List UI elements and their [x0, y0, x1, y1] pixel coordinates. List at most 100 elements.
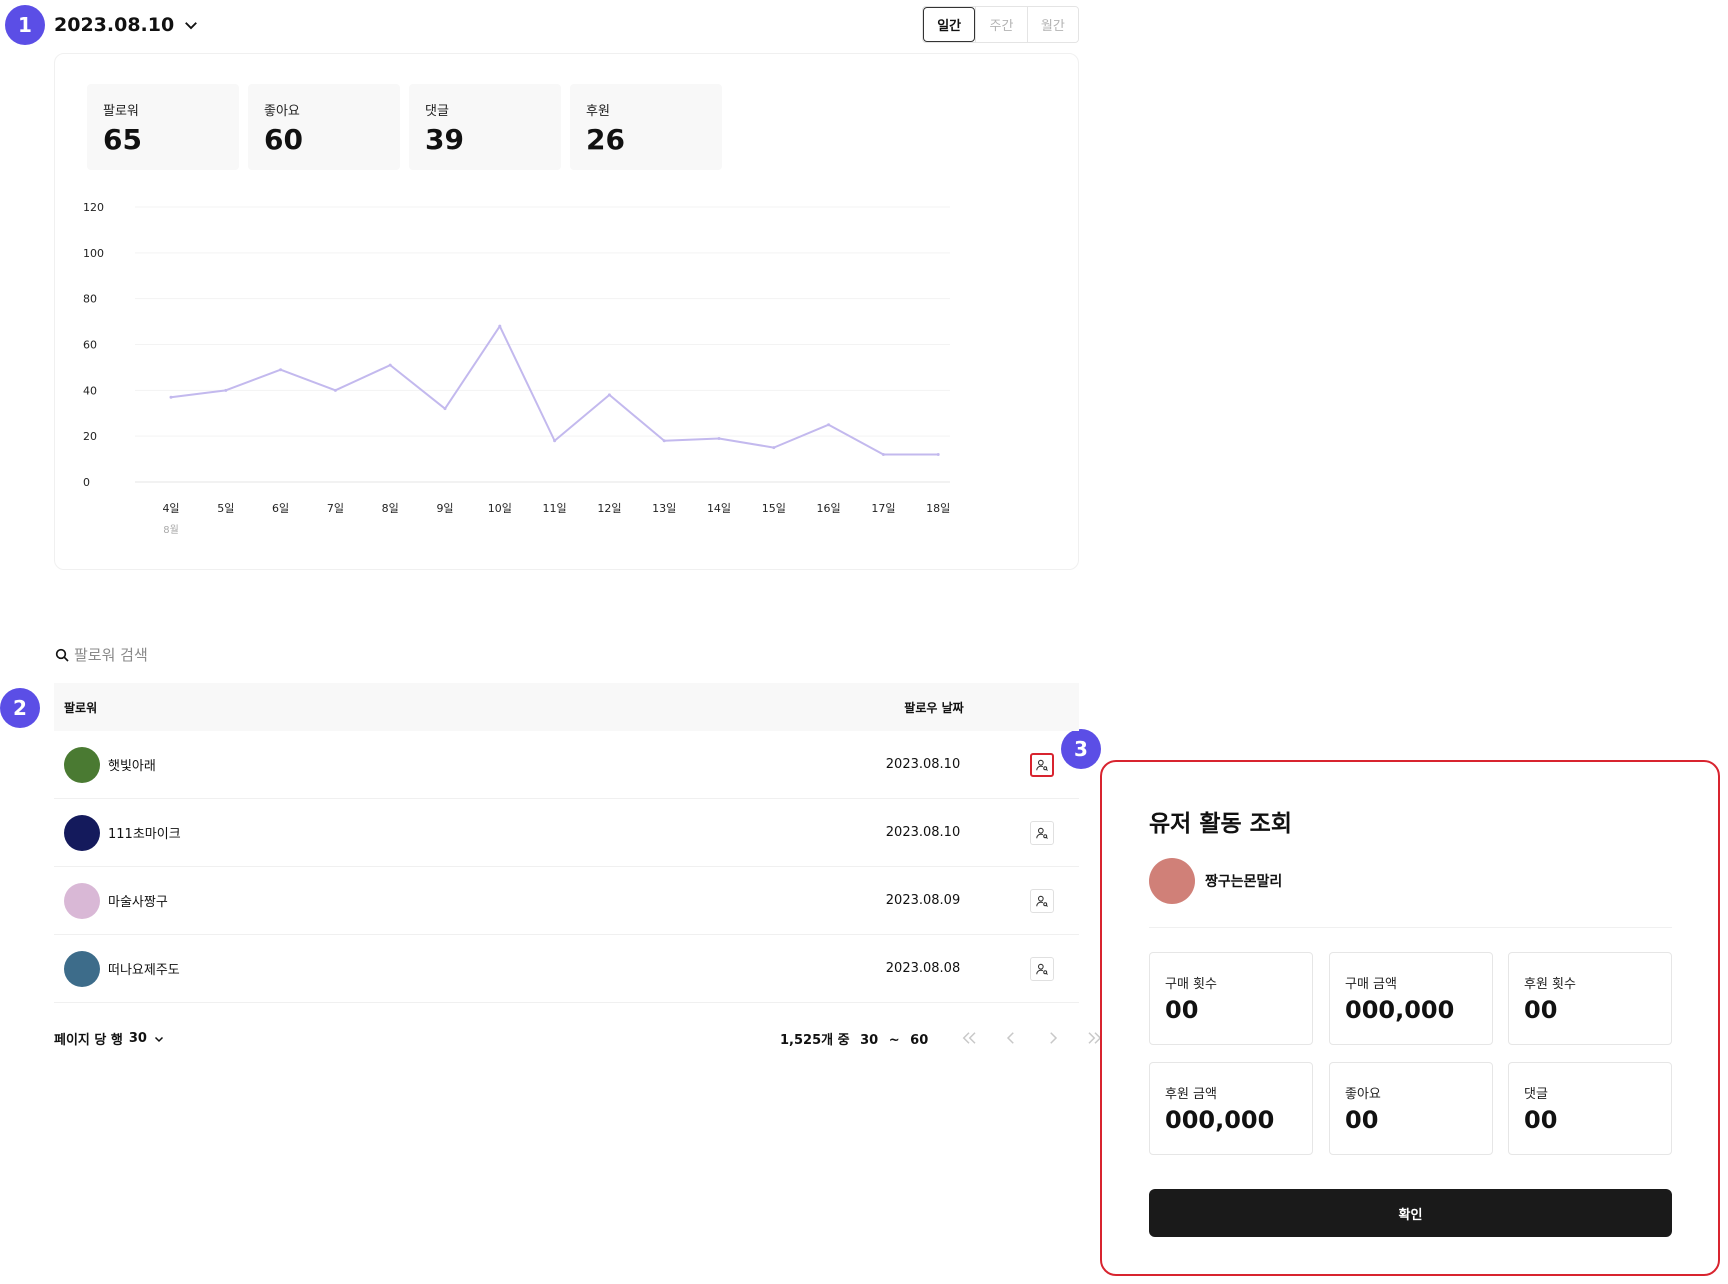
rows-per-page-value: 30 — [128, 1031, 147, 1046]
x-month-label: 8월 — [163, 524, 179, 536]
follower-name: 마술사짱구 — [108, 895, 168, 910]
data-point — [936, 453, 940, 456]
next-page-button[interactable] — [1032, 1026, 1074, 1050]
stat-label: 후원 횟수 — [1524, 977, 1576, 992]
stat-value: 00 — [1345, 1106, 1379, 1134]
data-point — [333, 388, 337, 392]
chevron-down-icon — [154, 1036, 163, 1042]
chevron-right-icon — [1050, 1032, 1058, 1044]
user-search-icon — [1036, 895, 1048, 907]
x-tick-label: 10일 — [488, 501, 512, 515]
avatar — [64, 746, 100, 783]
y-tick-label: 20 — [83, 430, 97, 443]
data-point — [224, 388, 228, 392]
stat-donation-count: 후원 횟수 00 — [1508, 952, 1672, 1045]
data-point — [443, 407, 447, 411]
stat-donation-amount: 후원 금액 000,000 — [1149, 1062, 1313, 1155]
x-tick-label: 4일 — [162, 501, 179, 515]
range-end: 60 — [910, 1032, 929, 1048]
y-tick-label: 40 — [83, 384, 97, 397]
search-icon — [55, 648, 69, 662]
view-user-activity-button[interactable] — [1030, 956, 1054, 981]
user-search-icon — [1036, 827, 1048, 839]
column-header-follower: 팔로워 — [64, 700, 98, 715]
user-search-icon — [1036, 963, 1048, 975]
follow-date: 2023.08.10 — [885, 825, 961, 840]
avatar — [64, 814, 100, 851]
follower-name: 햇빛아래 — [108, 759, 156, 774]
table-row: 111초마이크 2023.08.10 — [54, 799, 1079, 867]
tab-daily[interactable]: 일간 — [923, 7, 976, 42]
data-point — [772, 446, 776, 450]
table-row: 햇빛아래 2023.08.10 — [54, 731, 1079, 799]
follower-search — [54, 643, 354, 667]
follow-date: 2023.08.10 — [885, 757, 961, 772]
avatar — [1149, 858, 1195, 904]
stat-value: 00 — [1524, 1106, 1558, 1134]
stat-likes: 좋아요 00 — [1329, 1062, 1493, 1155]
view-user-activity-button[interactable] — [1030, 752, 1054, 777]
page-range: 1,525개 중 30 ~ 60 — [780, 1029, 928, 1048]
x-tick-label: 5일 — [217, 501, 234, 515]
follow-date: 2023.08.08 — [885, 961, 961, 976]
x-tick-label: 11일 — [543, 501, 567, 515]
tab-weekly[interactable]: 주간 — [975, 7, 1027, 42]
stat-label: 댓글 — [1524, 1087, 1548, 1102]
data-point — [498, 324, 502, 328]
x-tick-label: 15일 — [762, 501, 786, 515]
prev-page-button[interactable] — [990, 1026, 1032, 1050]
modal-user-name: 짱구는몬말리 — [1205, 874, 1283, 890]
x-tick-label: 18일 — [926, 501, 950, 515]
date-value: 2023.08.10 — [54, 14, 175, 36]
followers-table: 팔로워 팔로우 날짜 햇빛아래 2023.08.10 111초마이크 2023.08.… — [54, 683, 1079, 1003]
data-point — [662, 439, 666, 443]
view-user-activity-button[interactable] — [1030, 888, 1054, 913]
x-tick-label: 6일 — [272, 501, 289, 515]
stat-comments: 댓글 00 — [1508, 1062, 1672, 1155]
rows-per-page-label: 페이지 당 행 — [54, 1033, 123, 1048]
stat-label: 구매 금액 — [1345, 977, 1397, 992]
y-tick-label: 60 — [83, 339, 97, 352]
stat-label: 좋아요 — [1345, 1087, 1381, 1102]
data-point — [881, 453, 885, 456]
modal-title: 유저 활동 조회 — [1149, 811, 1292, 837]
y-tick-label: 120 — [83, 201, 104, 214]
data-point — [827, 423, 831, 427]
date-dropdown[interactable]: 2023.08.10 — [54, 10, 200, 40]
stat-label: 후원 금액 — [1165, 1087, 1217, 1102]
first-page-button[interactable] — [948, 1026, 990, 1050]
period-tabs: 일간 주간 월간 — [922, 6, 1079, 43]
data-point — [607, 393, 611, 397]
tab-monthly[interactable]: 월간 — [1026, 7, 1078, 42]
stat-value: 000,000 — [1345, 996, 1455, 1024]
y-tick-label: 80 — [83, 293, 97, 306]
y-tick-label: 0 — [83, 476, 90, 489]
chevron-down-icon — [185, 22, 198, 30]
rows-per-page[interactable]: 페이지 당 행 30 — [54, 1029, 165, 1048]
stat-label: 구매 횟수 — [1165, 977, 1217, 992]
chevron-left-icon — [1007, 1032, 1015, 1044]
follow-date: 2023.08.09 — [885, 893, 961, 908]
stat-value: 00 — [1524, 996, 1558, 1024]
stat-purchase-amount: 구매 금액 000,000 — [1329, 952, 1493, 1045]
stats-card: 팔로워 65 좋아요 60 댓글 39 후원 26 0 20 40 60 80 100 12… — [54, 53, 1079, 570]
range-separator: ~ — [888, 1032, 900, 1048]
column-header-follow-date: 팔로우 날짜 — [904, 700, 964, 715]
table-row: 떠나요제주도 2023.08.08 — [54, 935, 1079, 1003]
range-start: 30 — [860, 1032, 879, 1048]
step-marker-2: 2 — [0, 688, 40, 728]
data-point — [717, 436, 721, 440]
view-user-activity-button[interactable] — [1030, 820, 1054, 845]
follower-name: 떠나요제주도 — [108, 963, 180, 978]
x-tick-label: 12일 — [597, 501, 621, 515]
data-point — [169, 395, 173, 399]
x-tick-label: 8일 — [382, 501, 399, 515]
search-input[interactable] — [74, 646, 334, 664]
double-chevron-left-icon — [962, 1032, 976, 1044]
pagination: 1,525개 중 30 ~ 60 — [780, 1026, 1116, 1050]
confirm-button[interactable]: 확인 — [1149, 1189, 1672, 1237]
avatar — [64, 950, 100, 987]
x-tick-label: 17일 — [871, 501, 895, 515]
divider — [1149, 927, 1672, 928]
step-marker-1: 1 — [5, 5, 45, 45]
